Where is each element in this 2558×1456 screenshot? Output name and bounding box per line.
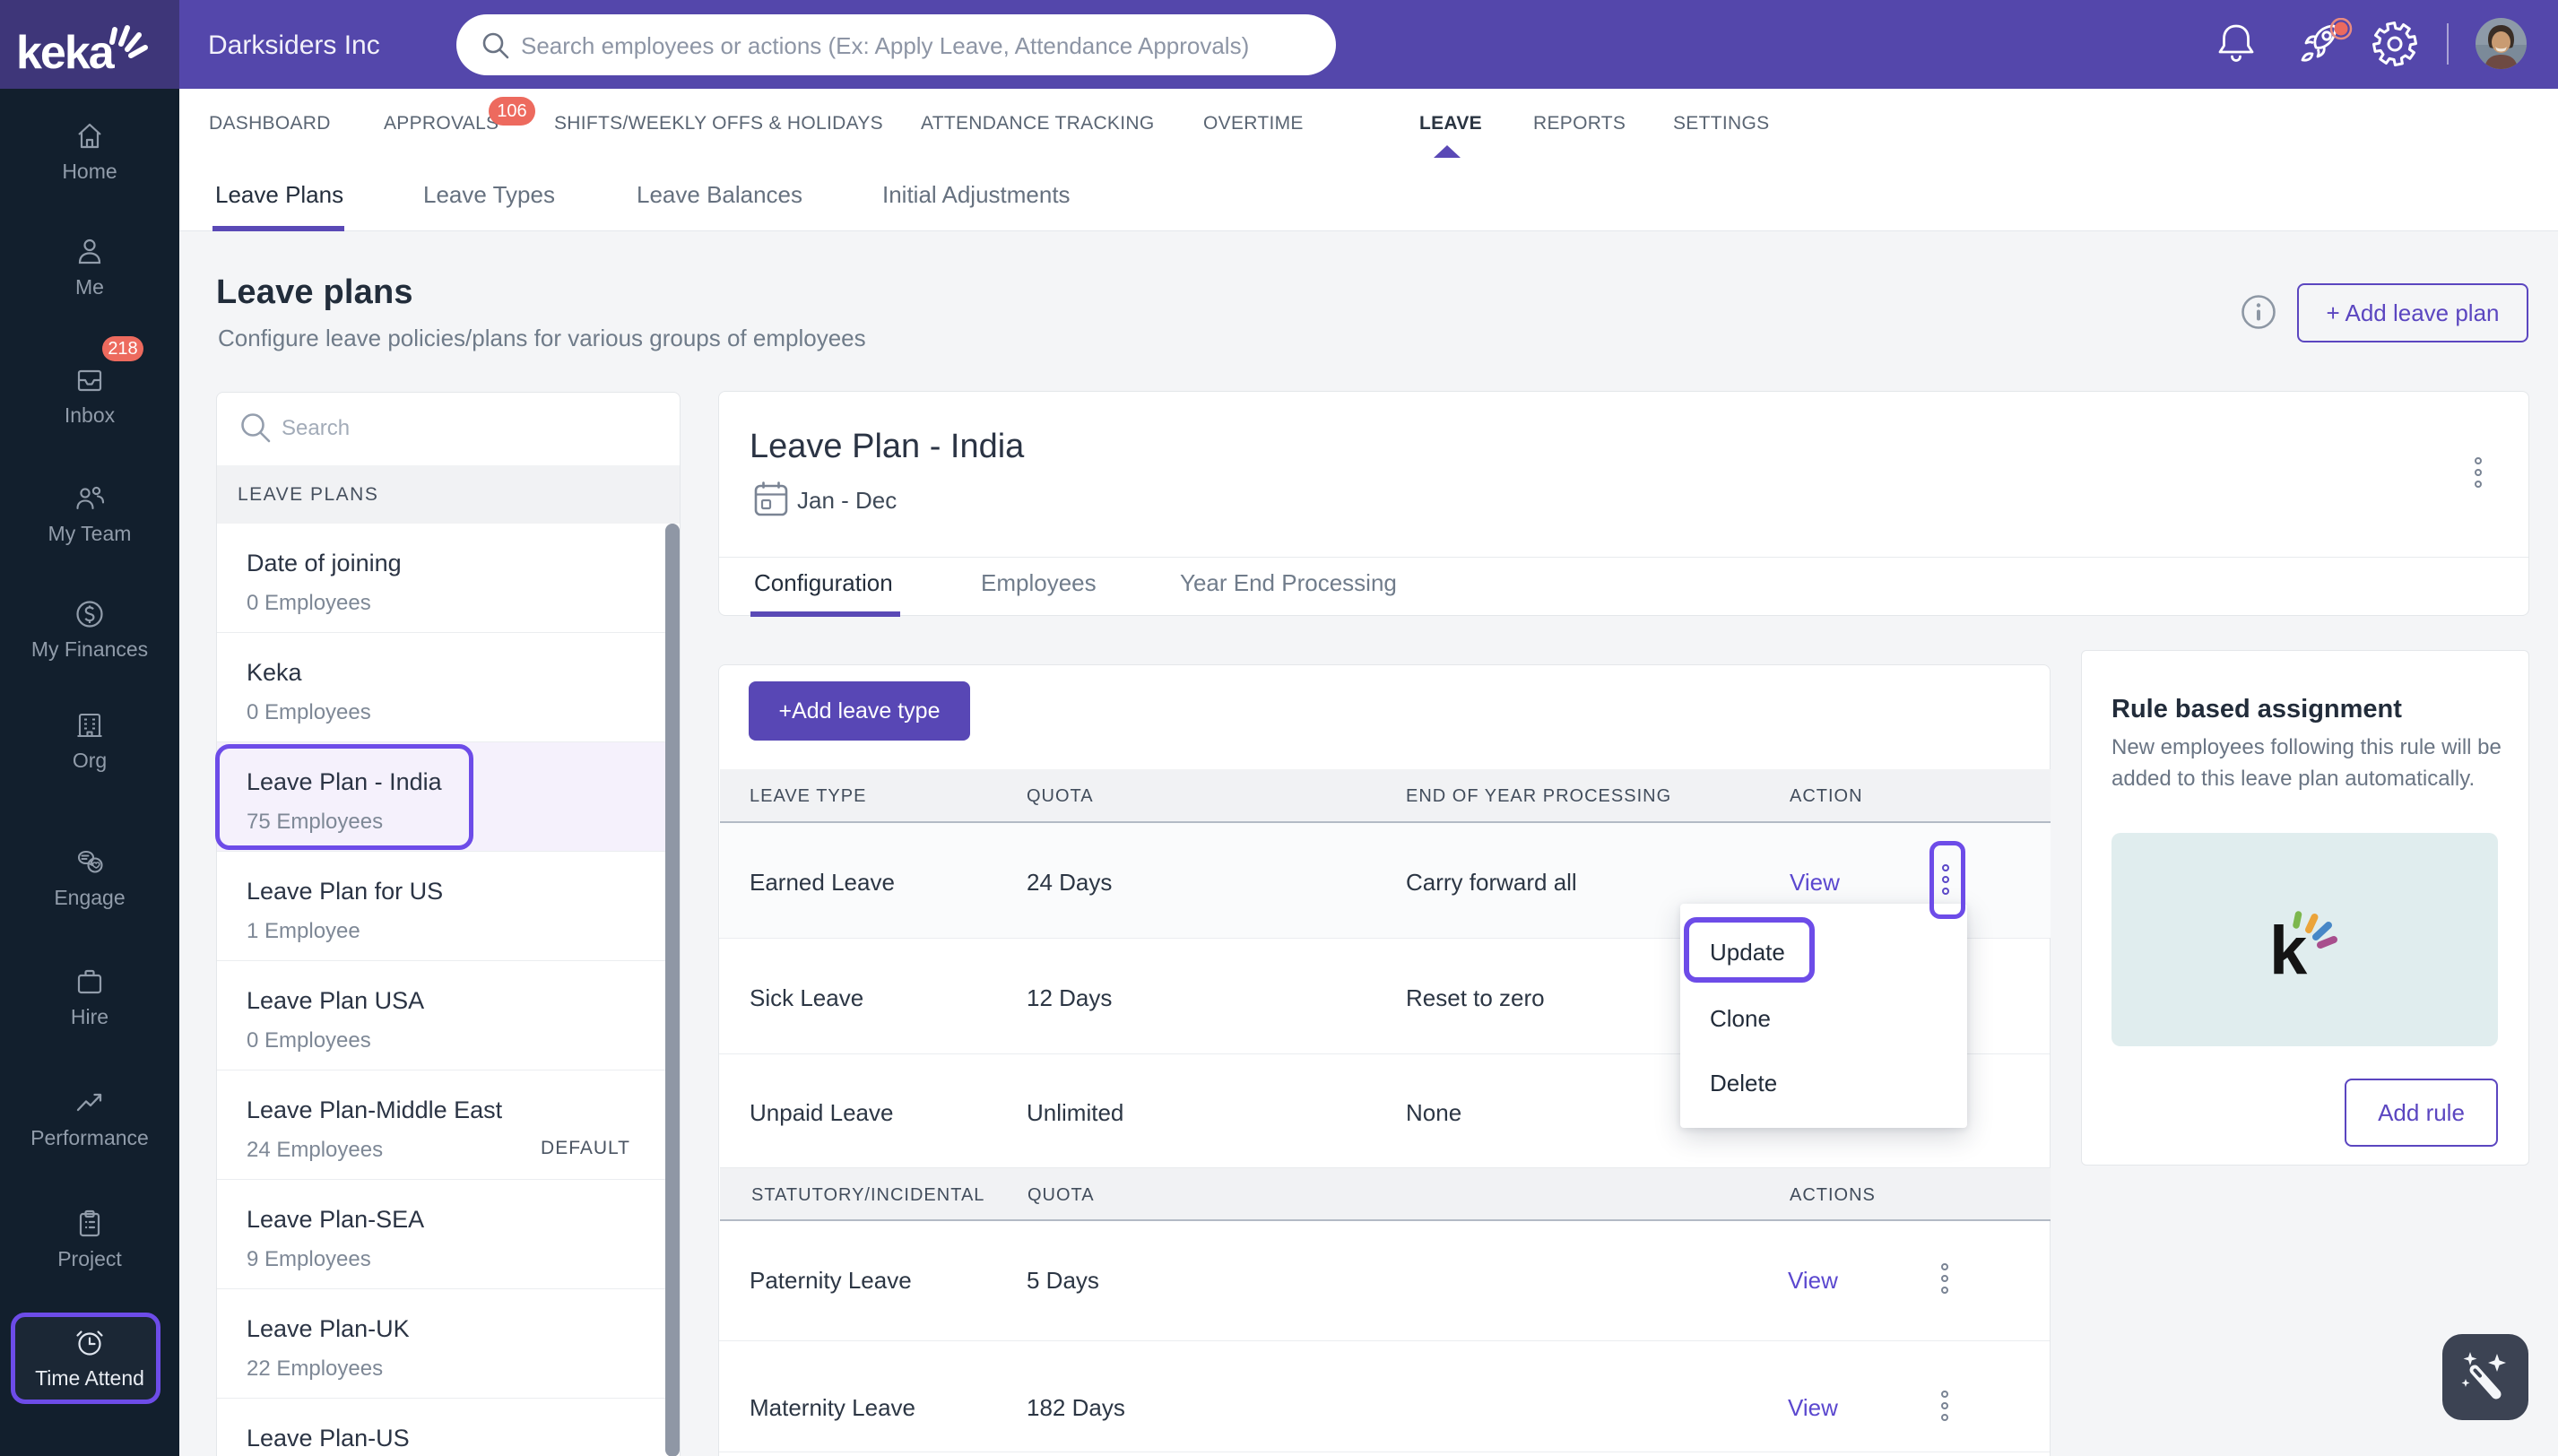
svg-text:k: k <box>2269 913 2308 989</box>
svg-text:keka: keka <box>19 27 116 75</box>
